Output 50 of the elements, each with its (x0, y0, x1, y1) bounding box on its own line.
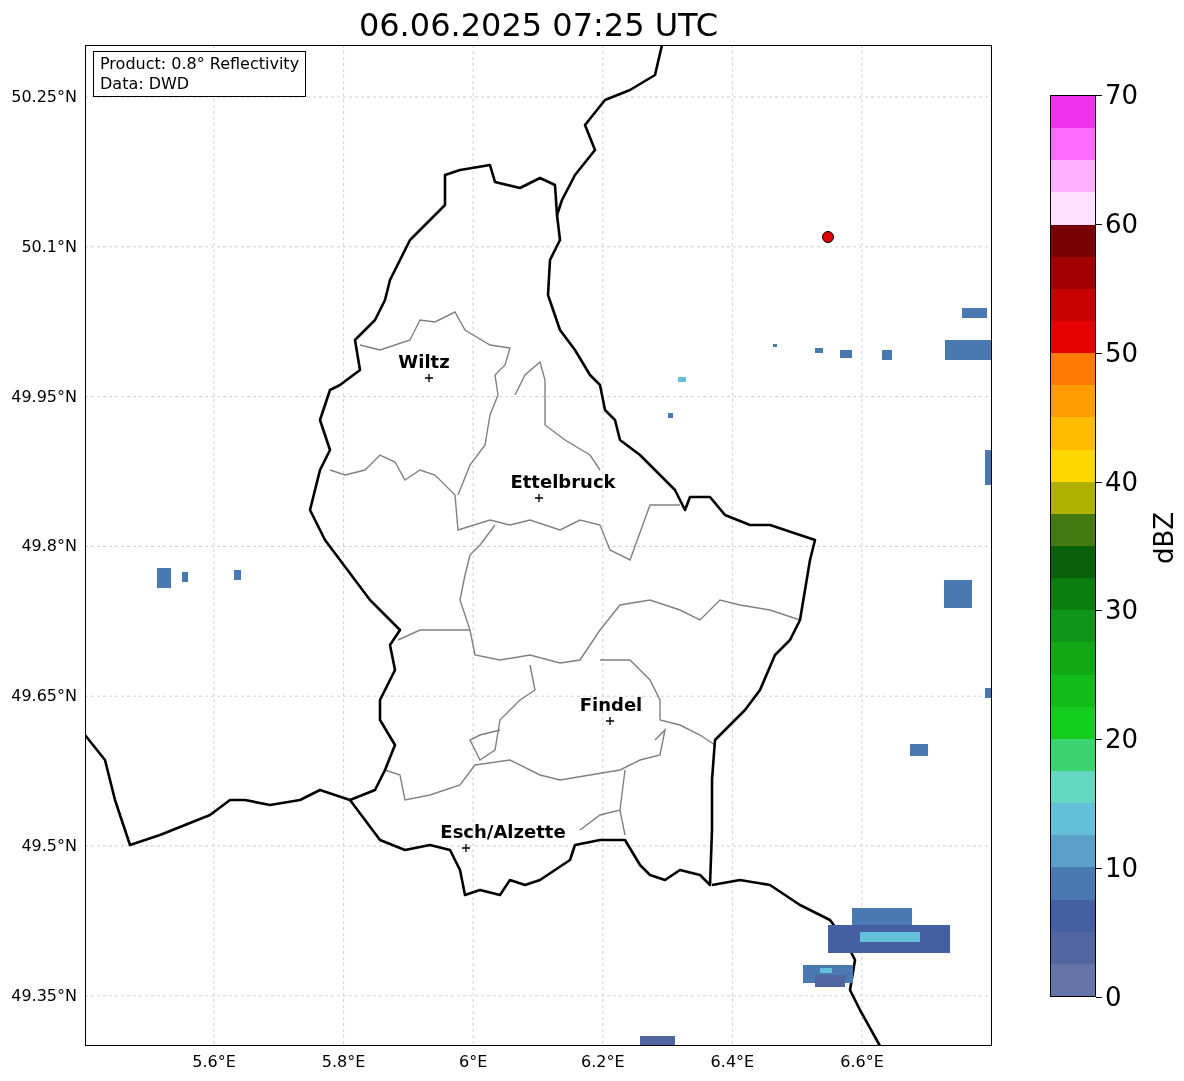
city-label: Esch/Alzette (440, 823, 566, 841)
radar-echo (945, 340, 992, 360)
radar-echo (944, 580, 972, 608)
radar-echo (668, 413, 673, 418)
info-box: Product: 0.8° Reflectivity Data: DWD (93, 51, 307, 97)
longitude-label: 5.6°E (192, 1054, 236, 1070)
city-label: Wiltz (398, 353, 450, 371)
colorbar-tick-label: 50 (1105, 339, 1139, 366)
colorbar-tick-label: 70 (1105, 82, 1139, 108)
radar-echo (157, 568, 171, 588)
longitude-label: 5.8°E (321, 1054, 366, 1070)
city-label: Ettelbruck (510, 473, 616, 491)
colorbar-tick-label: 60 (1105, 210, 1139, 237)
colorbar-tick-label: 20 (1105, 726, 1139, 753)
city-marker-icon (534, 493, 544, 503)
colorbar-tick-label: 30 (1105, 597, 1139, 624)
longitude-label: 6.6°E (840, 1054, 884, 1070)
longitude-label: 6°E (459, 1054, 488, 1070)
latitude-label: 49.65°N (11, 688, 77, 705)
radar-echo (985, 688, 992, 698)
radar-echo (182, 572, 188, 582)
radar-echo (773, 344, 777, 347)
latitude-label: 49.35°N (11, 987, 77, 1004)
radar-echo (882, 350, 892, 360)
radar-echo (910, 744, 928, 756)
radar-echo (803, 965, 853, 987)
latitude-label: 49.95°N (11, 388, 77, 405)
latitude-label: 50.1°N (21, 238, 77, 255)
location-marker (822, 231, 834, 243)
city-marker-icon (605, 716, 615, 726)
radar-echo (962, 308, 987, 318)
latitude-label: 49.8°N (21, 538, 77, 555)
city-label: Findel (579, 696, 643, 714)
radar-echo (640, 1036, 675, 1046)
latitude-label: 49.5°N (21, 838, 77, 854)
latitude-label: 50.25°N (11, 89, 77, 105)
longitude-label: 6.2°E (581, 1054, 625, 1070)
city-marker-icon (424, 373, 434, 383)
radar-echo (840, 350, 852, 358)
radar-echo (678, 377, 686, 382)
colorbar-tick-label: 10 (1105, 855, 1139, 882)
longitude-label: 6.4°E (710, 1054, 755, 1070)
radar-echo (815, 348, 823, 353)
radar-echo (985, 450, 992, 485)
city-marker-icon (461, 843, 471, 853)
colorbar-tick-label: 40 (1105, 468, 1139, 495)
radar-echo (234, 570, 241, 580)
map-title: 06.06.2025 07:25 UTC (358, 9, 719, 45)
colorbar-label: dBZ (1151, 511, 1178, 565)
colorbar-tick-label: 0 (1105, 984, 1122, 1010)
